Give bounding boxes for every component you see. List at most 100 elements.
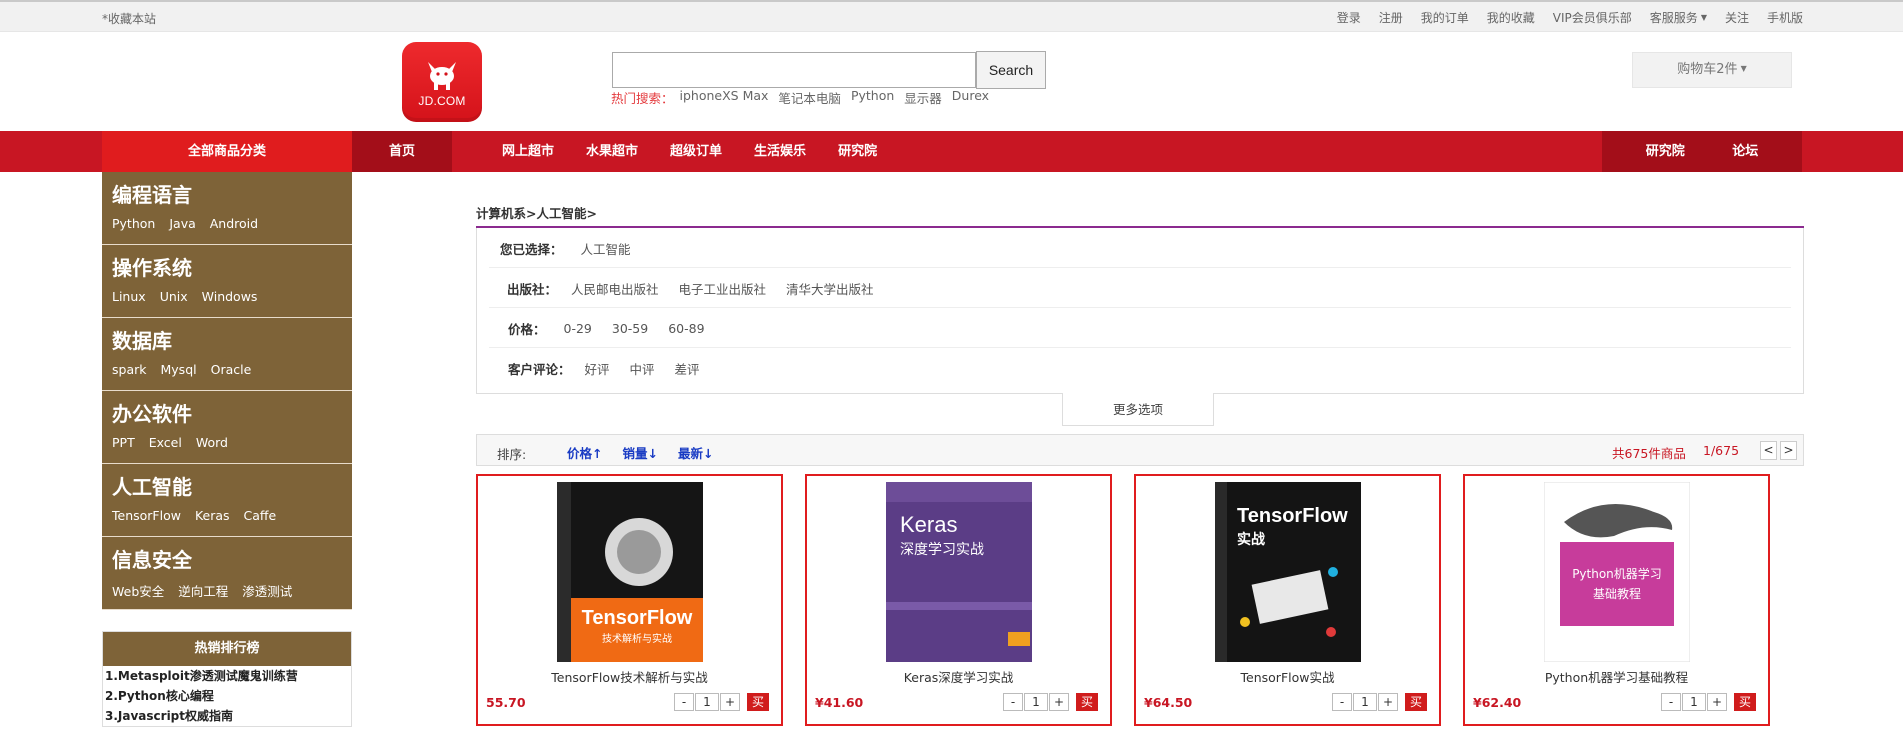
register-link[interactable]: 注册 — [1379, 9, 1403, 26]
subcategory-link[interactable]: Unix — [160, 289, 188, 304]
quantity-input[interactable]: 1 — [1682, 693, 1706, 711]
filter-option[interactable]: 差评 — [675, 359, 700, 378]
decrease-button[interactable]: - — [1332, 693, 1352, 711]
increase-button[interactable]: + — [1707, 693, 1727, 711]
my-favorites-link[interactable]: 我的收藏 — [1487, 9, 1535, 26]
decrease-button[interactable]: - — [1661, 693, 1681, 711]
subcategory-link[interactable]: Oracle — [211, 362, 252, 377]
subcategory-link[interactable]: Windows — [202, 289, 258, 304]
subcategory-link[interactable]: spark — [112, 362, 147, 377]
buy-button[interactable]: 买 — [1405, 693, 1427, 711]
search-button[interactable]: Search — [976, 51, 1046, 89]
buy-button[interactable]: 买 — [747, 693, 769, 711]
filter-option[interactable]: 清华大学出版社 — [786, 279, 874, 298]
subcategory-link[interactable]: Web安全 — [112, 581, 164, 600]
nav-item[interactable]: 网上超市 — [502, 131, 554, 172]
subcategory-link[interactable]: 渗透测试 — [242, 581, 292, 600]
follow-link[interactable]: 关注 — [1725, 9, 1749, 26]
product-card[interactable]: Keras 深度学习实战 Keras深度学习实战 ¥41.60 - 1 + 买 — [805, 474, 1112, 726]
sort-by-sales[interactable]: 销量↓ — [622, 443, 657, 462]
filter-option[interactable]: 电子工业出版社 — [679, 279, 767, 298]
nav-home[interactable]: 首页 — [352, 131, 452, 172]
nav-item[interactable]: 生活娱乐 — [754, 131, 806, 172]
next-page-button[interactable]: > — [1780, 441, 1797, 460]
category-security[interactable]: 信息安全 Web安全 逆向工程 渗透测试 — [102, 537, 352, 610]
increase-button[interactable]: + — [720, 693, 740, 711]
book-cover-image[interactable]: Python机器学习 基础教程 — [1543, 482, 1690, 662]
selected-filter-value[interactable]: 人工智能 — [581, 239, 631, 258]
filter-option[interactable]: 30-59 — [612, 321, 648, 336]
vip-club-link[interactable]: VIP会员俱乐部 — [1553, 9, 1632, 26]
mobile-link[interactable]: 手机版 — [1767, 9, 1803, 26]
customer-service-menu[interactable]: 客服服务 ▼ — [1650, 9, 1707, 26]
subcategory-link[interactable]: TensorFlow — [112, 508, 181, 523]
nav-item[interactable]: 超级订单 — [670, 131, 722, 172]
buy-button[interactable]: 买 — [1076, 693, 1098, 711]
sort-by-newest[interactable]: 最新↓ — [678, 443, 713, 462]
category-programming[interactable]: 编程语言 Python Java Android — [102, 172, 352, 245]
category-ai[interactable]: 人工智能 TensorFlow Keras Caffe — [102, 464, 352, 537]
ranking-item[interactable]: 2.Python核心编程 — [103, 686, 351, 706]
filter-option[interactable]: 60-89 — [668, 321, 704, 336]
filter-option[interactable]: 0-29 — [564, 321, 592, 336]
nav-right: 研究院 论坛 — [1602, 131, 1802, 172]
quantity-input[interactable]: 1 — [1353, 693, 1377, 711]
product-card[interactable]: Python机器学习 基础教程 Python机器学习基础教程 ¥62.40 - … — [1463, 474, 1770, 726]
subcategory-link[interactable]: Linux — [112, 289, 146, 304]
decrease-button[interactable]: - — [1003, 693, 1023, 711]
breadcrumb[interactable]: 计算机系>人工智能> — [476, 203, 597, 222]
subcategory-link[interactable]: Mysql — [161, 362, 197, 377]
cart-button[interactable]: 购物车2件 ▼ — [1632, 52, 1792, 88]
product-card[interactable]: TensorFlow 实战 TensorFlow实战 ¥64.50 - 1 + … — [1134, 474, 1441, 726]
more-options-button[interactable]: 更多选项 — [1062, 393, 1214, 426]
product-name[interactable]: TensorFlow实战 — [1136, 667, 1439, 686]
login-link[interactable]: 登录 — [1337, 9, 1361, 26]
my-orders-link[interactable]: 我的订单 — [1421, 9, 1469, 26]
subcategory-link[interactable]: PPT — [112, 435, 135, 450]
buy-button[interactable]: 买 — [1734, 693, 1756, 711]
hot-search-item[interactable]: Python — [851, 88, 894, 107]
category-database[interactable]: 数据库 spark Mysql Oracle — [102, 318, 352, 391]
increase-button[interactable]: + — [1378, 693, 1398, 711]
hot-search-item[interactable]: 显示器 — [904, 88, 942, 107]
quantity-input[interactable]: 1 — [1024, 693, 1048, 711]
product-name[interactable]: Keras深度学习实战 — [807, 667, 1110, 686]
subcategory-link[interactable]: Excel — [149, 435, 182, 450]
product-name[interactable]: TensorFlow技术解析与实战 — [478, 667, 781, 686]
decrease-button[interactable]: - — [674, 693, 694, 711]
subcategory-link[interactable]: Android — [210, 216, 258, 231]
filter-option[interactable]: 好评 — [585, 359, 610, 378]
nav-research-link[interactable]: 研究院 — [1646, 131, 1685, 172]
sort-by-price[interactable]: 价格↑ — [567, 443, 602, 462]
nav-item[interactable]: 水果超市 — [586, 131, 638, 172]
ranking-item[interactable]: 3.Javascript权威指南 — [103, 706, 351, 726]
category-os[interactable]: 操作系统 Linux Unix Windows — [102, 245, 352, 318]
all-categories-button[interactable]: 全部商品分类 — [102, 131, 352, 172]
product-card[interactable]: TensorFlow 技术解析与实战 TensorFlow技术解析与实战 55.… — [476, 474, 783, 726]
subcategory-link[interactable]: Java — [169, 216, 195, 231]
book-cover-image[interactable]: TensorFlow 技术解析与实战 — [556, 482, 703, 662]
hot-search-item[interactable]: Durex — [952, 88, 989, 107]
subcategory-link[interactable]: Python — [112, 216, 155, 231]
category-office[interactable]: 办公软件 PPT Excel Word — [102, 391, 352, 464]
favorite-site-link[interactable]: *收藏本站 — [102, 10, 156, 27]
nav-forum-link[interactable]: 论坛 — [1732, 131, 1758, 172]
filter-option[interactable]: 人民邮电出版社 — [571, 279, 659, 298]
prev-page-button[interactable]: < — [1760, 441, 1777, 460]
increase-button[interactable]: + — [1049, 693, 1069, 711]
subcategory-link[interactable]: Keras — [195, 508, 230, 523]
ranking-item[interactable]: 1.Metasploit渗透测试魔鬼训练营 — [103, 666, 351, 686]
book-cover-image[interactable]: TensorFlow 实战 — [1214, 482, 1361, 662]
filter-option[interactable]: 中评 — [630, 359, 655, 378]
jd-logo[interactable]: JD.COM — [402, 42, 482, 122]
hot-search-item[interactable]: iphoneXS Max — [680, 88, 769, 107]
product-name[interactable]: Python机器学习基础教程 — [1465, 667, 1768, 686]
hot-search-item[interactable]: 笔记本电脑 — [778, 88, 841, 107]
subcategory-link[interactable]: Word — [196, 435, 228, 450]
nav-item[interactable]: 研究院 — [838, 131, 877, 172]
quantity-input[interactable]: 1 — [695, 693, 719, 711]
book-cover-image[interactable]: Keras 深度学习实战 — [885, 482, 1032, 662]
search-input[interactable] — [612, 52, 976, 88]
subcategory-link[interactable]: 逆向工程 — [178, 581, 228, 600]
subcategory-link[interactable]: Caffe — [244, 508, 277, 523]
